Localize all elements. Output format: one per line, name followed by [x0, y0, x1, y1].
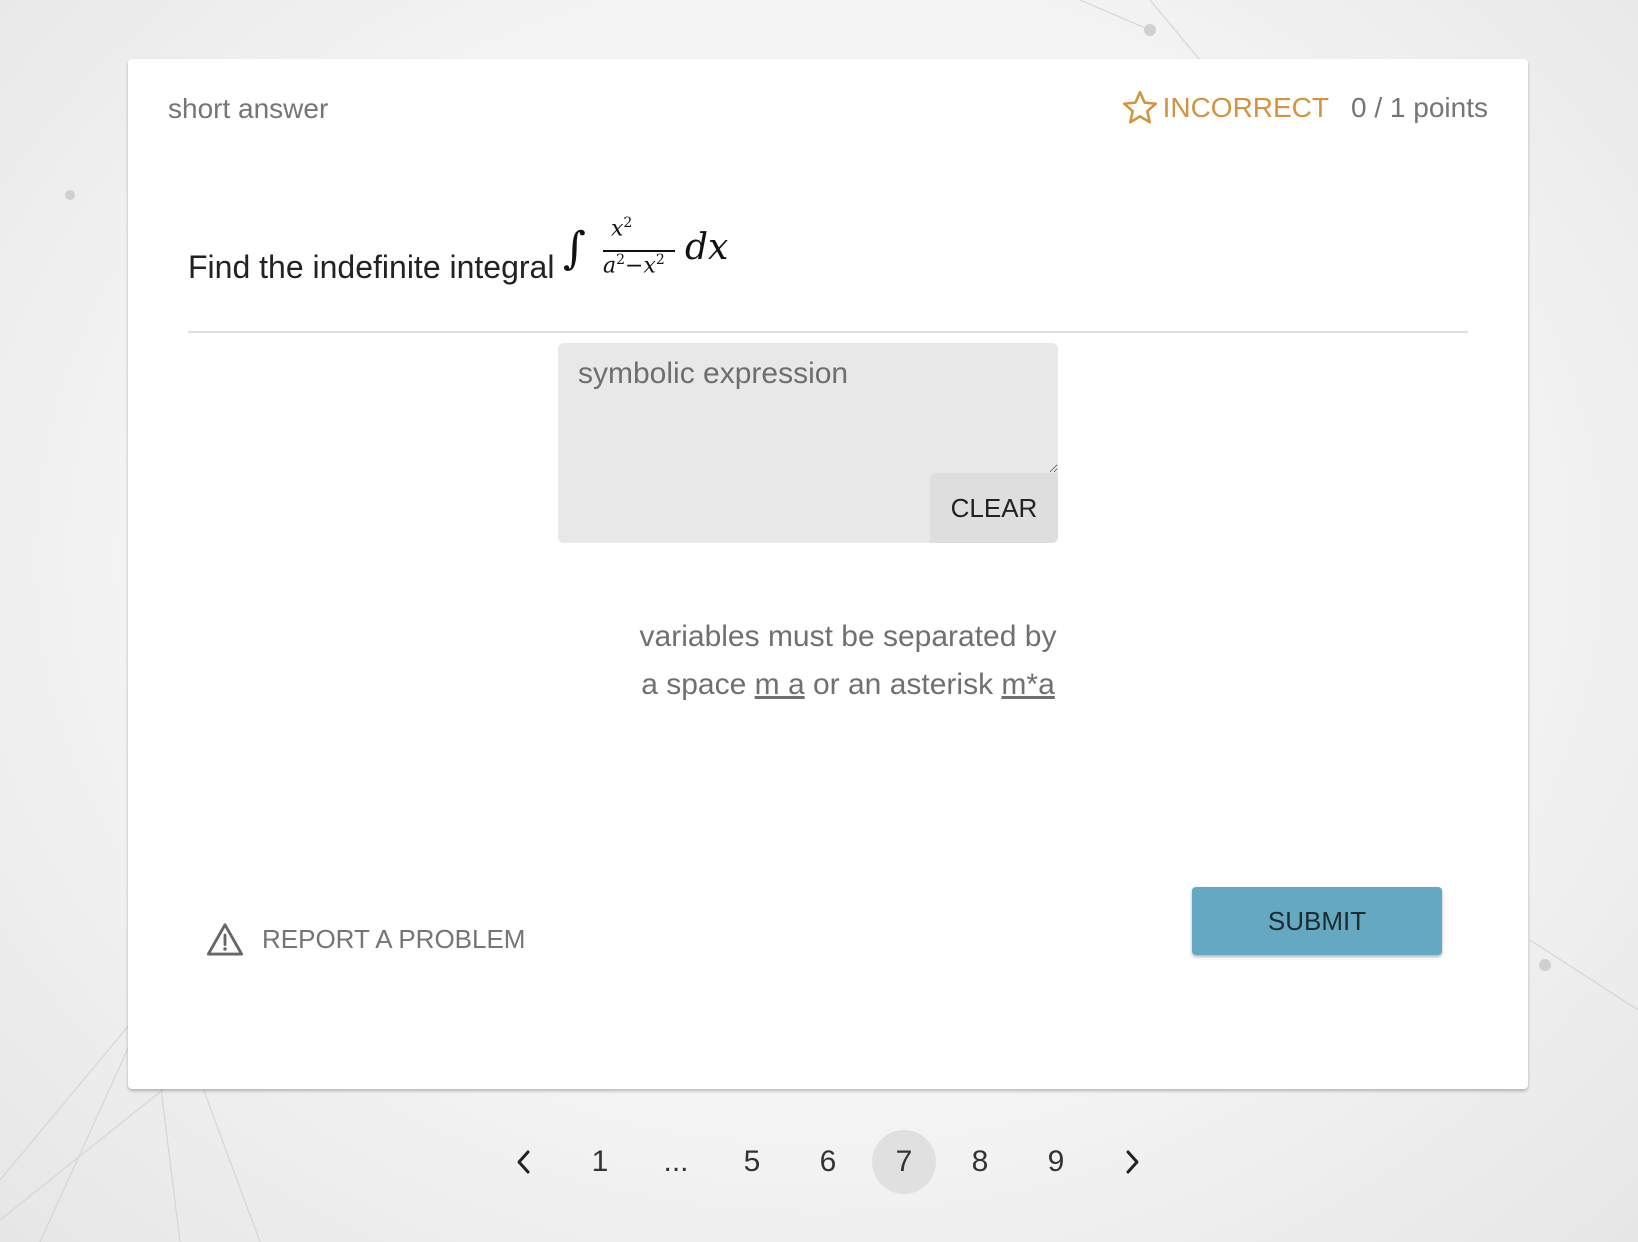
pagination-prev[interactable]: [492, 1130, 556, 1194]
report-problem-link[interactable]: REPORT A PROBLEM: [206, 921, 525, 957]
points-label: 0 / 1 points: [1351, 92, 1488, 123]
report-problem-label: REPORT A PROBLEM: [262, 923, 526, 954]
clear-button[interactable]: CLEAR: [930, 473, 1058, 543]
hint-line-1: variables must be separated by: [639, 620, 1057, 653]
hint-example-space: m a: [754, 668, 805, 701]
answer-box: CLEAR: [558, 343, 1058, 543]
star-icon: [1122, 90, 1157, 124]
question-prompt: Find the indefinite integral ∫ x2 a2−x2 …: [188, 189, 1468, 333]
status-badge: INCORRECT: [1162, 92, 1330, 123]
hint-example-asterisk: m*a: [1001, 668, 1055, 701]
question-card: short answer INCORRECT 0 / 1 points Find…: [128, 59, 1528, 1089]
page-1[interactable]: 1: [568, 1130, 632, 1194]
differential: dx: [685, 227, 729, 268]
page-9[interactable]: 9: [1024, 1130, 1088, 1194]
hint-line-2: a space m a or an asterisk m*a: [641, 668, 1055, 701]
question-status: INCORRECT 0 / 1 points: [1121, 89, 1488, 127]
chevron-right-icon: [1126, 1150, 1139, 1174]
integral-sign: ∫: [563, 223, 586, 274]
question-text: Find the indefinite integral: [188, 249, 555, 285]
integral-expression: ∫ x2 a2−x2 dx: [563, 207, 733, 287]
answer-input[interactable]: [558, 343, 1058, 473]
pagination: 1 ... 5 6 7 8 9: [0, 1130, 1638, 1194]
fraction-denominator: a2−x2: [603, 252, 665, 279]
page-5[interactable]: 5: [720, 1130, 784, 1194]
pagination-next[interactable]: [1100, 1130, 1164, 1194]
page-ellipsis: ...: [663, 1145, 689, 1178]
page-6[interactable]: 6: [796, 1130, 860, 1194]
page-8[interactable]: 8: [948, 1130, 1012, 1194]
question-type-label: short answer: [168, 93, 329, 124]
chevron-left-icon: [517, 1150, 530, 1174]
submit-button[interactable]: SUBMIT: [1192, 887, 1442, 955]
input-hint: variables must be separated by a space m…: [558, 613, 1138, 709]
page-7-current[interactable]: 7: [872, 1130, 936, 1194]
warning-icon: [206, 923, 244, 956]
fraction-numerator: x2: [611, 215, 633, 242]
